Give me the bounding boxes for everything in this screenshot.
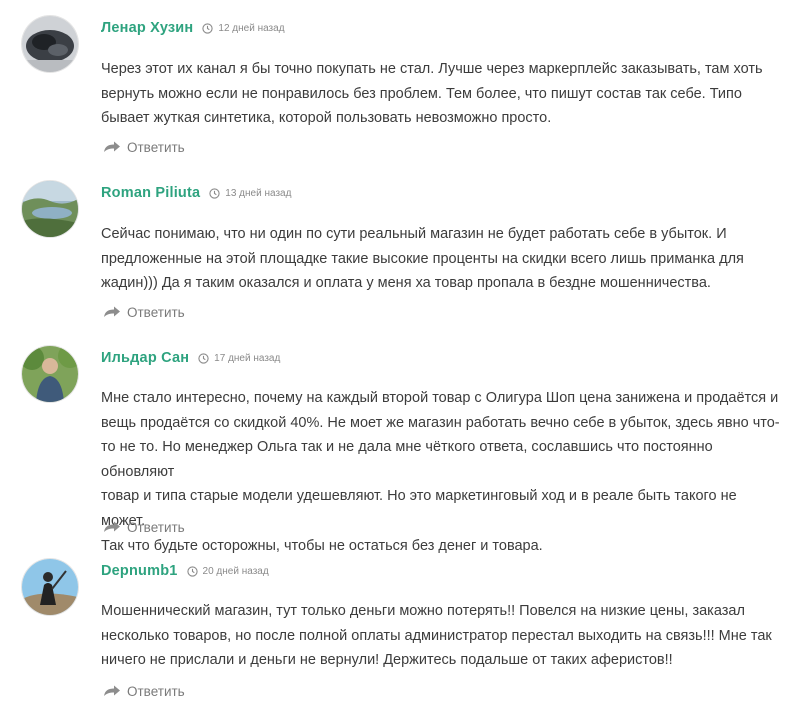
reply-button[interactable]: Ответить <box>103 681 185 701</box>
comment-text: Через этот их канал я бы точно покупать … <box>101 61 763 127</box>
comment-header: Ленар Хузин 12 дней назад <box>101 16 285 40</box>
comment-date: 17 дней назад <box>214 352 281 364</box>
avatar[interactable] <box>22 346 78 402</box>
reply-label: Ответить <box>127 683 185 699</box>
comment-date: 20 дней назад <box>202 565 269 577</box>
author-name[interactable]: Ильдар Сан <box>101 350 189 366</box>
avatar[interactable] <box>22 559 78 615</box>
clock-icon <box>186 565 198 577</box>
reply-arrow-icon <box>103 140 121 154</box>
clock-icon <box>202 22 214 34</box>
reply-label: Ответить <box>127 139 185 155</box>
comment-date: 13 дней назад <box>225 187 292 199</box>
comment-header: Roman Piliuta 13 дней назад <box>101 181 291 205</box>
reply-button[interactable]: Ответить <box>103 517 185 537</box>
reply-label: Ответить <box>127 519 185 535</box>
reply-button[interactable]: Ответить <box>103 302 185 322</box>
comment-text: Мошеннический магазин, тут только деньги… <box>101 603 772 669</box>
clock-icon <box>209 187 220 199</box>
reply-button[interactable]: Ответить <box>103 137 185 157</box>
comment-text: Мне стало интересно, почему на каждый вт… <box>101 390 780 554</box>
reply-arrow-icon <box>103 684 121 698</box>
clock-icon <box>198 352 209 364</box>
avatar[interactable] <box>22 16 78 72</box>
author-name[interactable]: Roman Piliuta <box>101 185 200 201</box>
reply-arrow-icon <box>103 520 121 534</box>
author-name[interactable]: Ленар Хузин <box>101 20 193 36</box>
comment-header: Ильдар Сан 17 дней назад <box>101 346 280 370</box>
comment-date: 12 дней назад <box>218 22 285 34</box>
avatar-image <box>22 559 78 615</box>
comment-text: Сейчас понимаю, что ни один по сути реал… <box>101 226 744 292</box>
avatar-image <box>22 346 78 402</box>
author-name[interactable]: Depnumb1 <box>101 563 178 579</box>
comment-header: Depnumb1 20 дней назад <box>101 559 269 583</box>
reply-label: Ответить <box>127 304 185 320</box>
avatar-image <box>22 181 78 237</box>
reply-arrow-icon <box>103 305 121 319</box>
avatar-image <box>22 16 78 72</box>
avatar[interactable] <box>22 181 78 237</box>
